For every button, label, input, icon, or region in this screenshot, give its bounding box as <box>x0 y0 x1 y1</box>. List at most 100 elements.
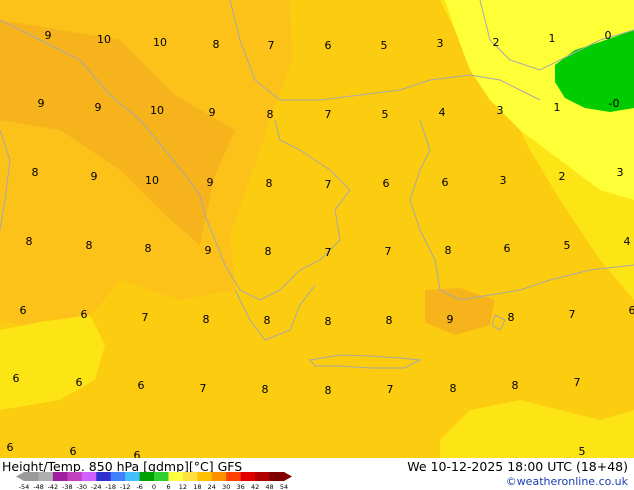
weather-map-frame: 9 10 10 8 7 6 5 3 2 1 0 9 9 10 9 8 7 5 4 3 1 -0 8 9 10 9 8 7 6 6 3 2 3 8 8… <box>0 0 634 490</box>
contour-label: 3 <box>497 104 504 117</box>
contour-label: 1 <box>554 101 561 114</box>
legend-tick-label: 48 <box>265 483 273 490</box>
legend-tick-label: -6 <box>136 483 142 490</box>
legend-tick-label: 30 <box>222 483 230 490</box>
legend-tick-label: -48 <box>33 483 44 490</box>
legend-tick-label: 36 <box>237 483 245 490</box>
legend-tick-label: -24 <box>91 483 102 490</box>
contour-label: 10 <box>150 104 164 117</box>
contour-label: 9 <box>207 176 214 189</box>
legend-tick-label: -38 <box>62 483 73 490</box>
legend-swatch <box>226 472 242 481</box>
legend-swatch <box>125 472 141 481</box>
legend-tick-label: 42 <box>251 483 259 490</box>
contour-label: 7 <box>385 245 392 258</box>
contour-label: 8 <box>266 177 273 190</box>
contour-label: 8 <box>325 315 332 328</box>
contour-label: 8 <box>145 242 152 255</box>
legend-swatch <box>197 472 213 481</box>
legend-tick-label: -42 <box>48 483 59 490</box>
legend-swatch <box>139 472 155 481</box>
contour-label: 10 <box>145 174 159 187</box>
legend-arrow-right <box>284 472 292 481</box>
contour-label: 9 <box>91 170 98 183</box>
contour-label: 1 <box>549 32 556 45</box>
contour-label: 6 <box>13 372 20 385</box>
contour-label: 8 <box>32 166 39 179</box>
credit-link[interactable]: ©weatheronline.co.uk <box>506 475 628 488</box>
contour-label: 6 <box>138 379 145 392</box>
temperature-map: 9 10 10 8 7 6 5 3 2 1 09 9 10 9 8 7 5 4 3 1 -08 9 10 9 8 7 6 6 3 2 38 8… <box>0 0 634 458</box>
contour-label: 8 <box>86 239 93 252</box>
legend-swatch <box>211 472 227 481</box>
contour-label: 7 <box>569 308 576 321</box>
contour-label: 8 <box>508 311 515 324</box>
legend-tick-label: 18 <box>193 483 201 490</box>
contour-label: 6 <box>504 242 511 255</box>
legend-tick-label: 54 <box>280 483 288 490</box>
contour-label: 8 <box>325 384 332 397</box>
legend-tick-label: -30 <box>76 483 87 490</box>
legend-swatch <box>255 472 271 481</box>
legend-tick-label: 24 <box>208 483 216 490</box>
contour-label: 3 <box>500 174 507 187</box>
contour-label: 6 <box>70 445 77 458</box>
contour-label: 3 <box>617 166 624 179</box>
legend-arrow-left <box>16 472 24 481</box>
color-scale-legend: -54 -48 -42 -38 -30 -24 -18 -12 -6 0 6 12 18 24 30 36 42… <box>16 472 292 490</box>
contour-label: 8 <box>267 108 274 121</box>
legend-swatch <box>182 472 198 481</box>
legend-swatch <box>67 472 83 481</box>
legend-tick-label: 6 <box>166 483 170 490</box>
contour-label: 6 <box>81 308 88 321</box>
contour-label: 8 <box>386 314 393 327</box>
contour-label: 5 <box>579 445 586 458</box>
contour-label: 5 <box>382 108 389 121</box>
contour-label: 7 <box>268 39 275 52</box>
contour-label: -0 <box>609 97 620 110</box>
contour-label: 10 <box>153 36 167 49</box>
contour-label: 6 <box>76 376 83 389</box>
contour-label: 7 <box>325 178 332 191</box>
contour-label: 10 <box>97 33 111 46</box>
contour-label: 9 <box>38 97 45 110</box>
legend-tick-label: -12 <box>120 483 131 490</box>
legend-swatch <box>52 472 68 481</box>
legend-tick-label: -18 <box>105 483 116 490</box>
contour-label: 6 <box>383 177 390 190</box>
legend-swatch <box>96 472 112 481</box>
contour-label: 9 <box>95 101 102 114</box>
contour-label: 8 <box>445 244 452 257</box>
legend-tick-label: -54 <box>19 483 30 490</box>
legend-swatch <box>38 472 54 481</box>
contour-label: 6 <box>7 441 14 454</box>
contour-label: 6 <box>20 304 27 317</box>
contour-label: 6 <box>134 449 141 458</box>
contour-label: 6 <box>325 39 332 52</box>
contour-label: 8 <box>450 382 457 395</box>
contour-label: 2 <box>559 170 566 183</box>
contour-label: 7 <box>325 108 332 121</box>
contour-label: 6 <box>629 304 634 317</box>
contour-label: 6 <box>442 176 449 189</box>
contour-label: 4 <box>439 106 446 119</box>
temperature-fields <box>0 0 634 458</box>
contour-label: 7 <box>142 311 149 324</box>
legend-swatch <box>24 472 39 481</box>
contour-label: 5 <box>564 239 571 252</box>
contour-label: 9 <box>205 244 212 257</box>
legend-swatch <box>269 472 285 481</box>
legend-swatch <box>240 472 256 481</box>
contour-label: 9 <box>45 29 52 42</box>
legend-swatch <box>168 472 184 481</box>
valid-time: We 10-12-2025 18:00 UTC (18+48) <box>407 459 628 474</box>
contour-label: 2 <box>493 36 500 49</box>
contour-label: 5 <box>381 39 388 52</box>
legend-swatch <box>110 472 126 481</box>
contour-label: 8 <box>213 38 220 51</box>
contour-label: 8 <box>262 383 269 396</box>
contour-label: 7 <box>325 246 332 259</box>
contour-label: 4 <box>624 235 631 248</box>
legend-swatch <box>154 472 169 481</box>
contour-label: 8 <box>512 379 519 392</box>
